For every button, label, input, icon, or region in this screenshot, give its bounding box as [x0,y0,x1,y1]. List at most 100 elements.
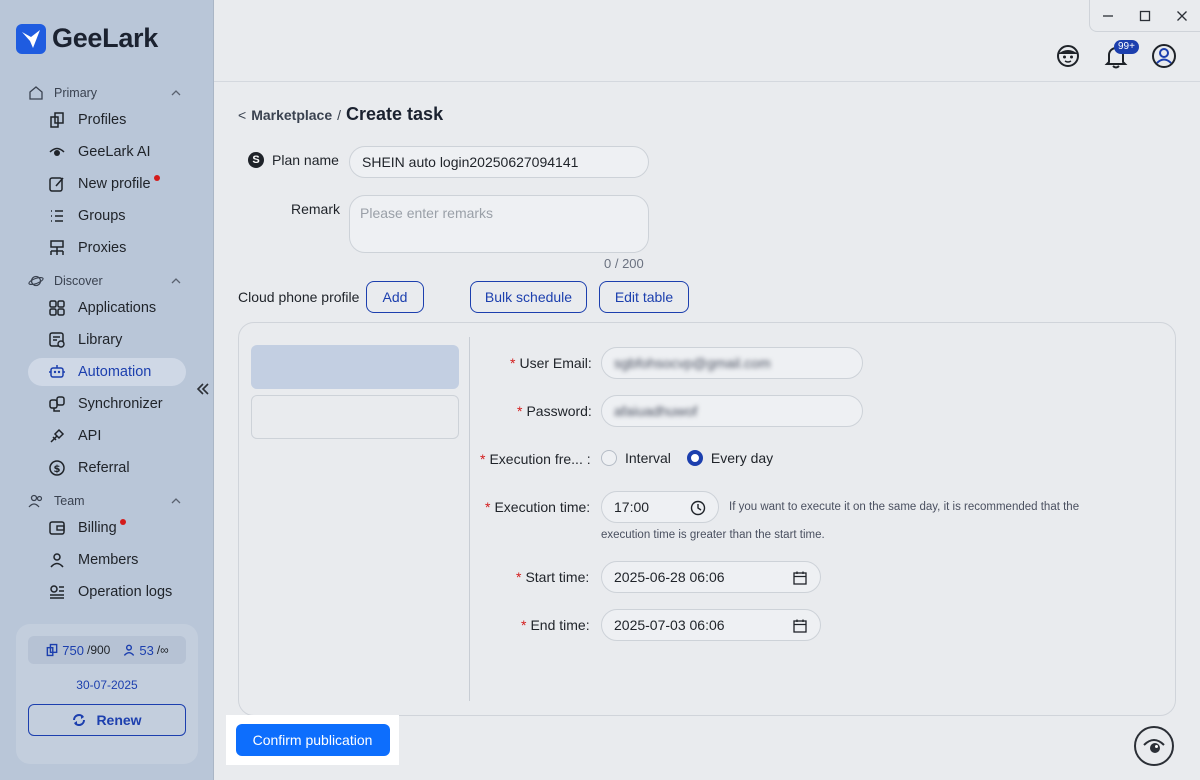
section-label: Primary [54,86,98,100]
profiles-total: /900 [86,643,111,657]
account-avatar-icon[interactable] [1150,42,1178,70]
members-used: 53 [139,642,154,658]
renew-label: Renew [96,712,142,728]
sidebar-item-geelark-ai[interactable]: GeeLark AI [28,138,186,166]
profile-list-item-selected[interactable] [251,345,459,389]
breadcrumb-marketplace[interactable]: Marketplace [251,107,332,123]
panel-divider [469,337,470,701]
sidebar-item-label: GeeLark AI [78,144,151,160]
chevron-up-icon[interactable] [170,275,182,287]
quota-card: 750/900 53/∞ 30-07-2025 Renew [16,624,198,764]
sidebar-item-referral[interactable]: $ Referral [28,454,186,482]
sidebar-item-label: Applications [78,300,157,316]
sidebar-item-label: Members [78,552,139,568]
sidebar-item-label: Referral [78,460,130,476]
profile-quota: 750/900 [45,643,110,658]
section-team[interactable]: Team [28,492,184,510]
planet-icon [28,275,44,287]
user-icon [50,553,64,568]
chevron-up-icon[interactable] [170,495,182,507]
collapse-sidebar-icon[interactable] [196,382,210,396]
library-icon [49,332,65,348]
section-label: Team [54,494,85,508]
logs-icon [50,585,64,599]
sync-icon [49,396,65,412]
sidebar-item-automation[interactable]: Automation [28,358,186,386]
notification-dot [119,519,126,525]
svg-text:$: $ [54,464,61,475]
plan-name-input[interactable]: SHEIN auto login20250627094141 [349,146,649,178]
sidebar-item-profiles[interactable]: Profiles [28,106,186,134]
calendar-icon [793,571,807,585]
sidebar: GeeLark Primary Profiles GeeLark AI New … [0,0,214,780]
sidebar-item-applications[interactable]: Applications [28,294,186,322]
execution-frequency-label: * Execution fre... : [480,451,591,467]
section-discover[interactable]: Discover [28,272,184,290]
sidebar-item-library[interactable]: Library [28,326,186,354]
sidebar-item-new-profile[interactable]: New profile [28,170,186,198]
end-time-label: * End time: [521,617,590,633]
edit-table-button[interactable]: Edit table [599,281,689,313]
interval-label[interactable]: Interval [625,450,671,466]
calendar-icon [793,619,807,633]
main-content: 99+ < Marketplace / Create task S Plan n… [214,0,1200,780]
remark-textarea[interactable]: Please enter remarks [349,195,649,253]
plan-app-icon: S [248,152,264,168]
interval-radio[interactable] [601,450,617,466]
remark-char-counter: 0 / 200 [604,256,644,271]
sidebar-item-label: Synchronizer [78,396,163,412]
every-day-radio[interactable] [686,450,703,466]
brand-logo[interactable]: GeeLark [16,23,158,54]
execution-time-value: 17:00 [614,499,650,515]
sidebar-item-members[interactable]: Members [28,546,186,574]
execution-time-hint-line1: If you want to execute it on the same da… [729,501,1080,513]
sidebar-item-label: Operation logs [78,584,173,600]
sidebar-item-synchronizer[interactable]: Synchronizer [28,390,186,418]
sidebar-item-label: Automation [78,364,152,380]
members-total: /∞ [156,643,169,657]
dollar-icon: $ [49,460,65,476]
sidebar-item-billing[interactable]: Billing [28,514,186,542]
member-quota: 53/∞ [122,642,169,658]
sidebar-item-label: API [78,428,102,444]
network-icon [50,240,64,255]
section-primary[interactable]: Primary [28,84,184,102]
breadcrumb-separator: / [337,107,342,123]
api-icon [50,428,65,443]
top-icons: 99+ [1054,40,1178,70]
add-profile-button[interactable]: Add [366,281,424,313]
sidebar-item-groups[interactable]: Groups [28,202,186,230]
user-email-input[interactable]: sgbfohsocvp@gmail.com [601,347,863,379]
back-chevron[interactable]: < [238,107,246,123]
execution-time-input[interactable]: 17:00 [601,491,719,523]
brand-name: GeeLark [52,23,158,53]
assistant-eye-icon[interactable] [1134,726,1174,766]
renew-button[interactable]: Renew [28,704,186,736]
bulk-schedule-button[interactable]: Bulk schedule [470,281,587,313]
maximize-icon[interactable] [1138,9,1152,23]
team-icon [28,494,43,508]
minimize-icon[interactable] [1101,9,1115,23]
sidebar-item-api[interactable]: API [28,422,186,450]
home-icon [29,86,43,100]
profile-list-item[interactable] [251,395,459,439]
chevron-up-icon[interactable] [170,87,182,99]
notification-badge: 99+ [1114,40,1139,54]
list-icon [51,210,63,222]
password-input[interactable]: afaiuadhuwof [601,395,863,427]
wallet-icon [49,521,65,535]
confirm-publication-button[interactable]: Confirm publication [235,724,390,756]
notifications-bell-icon[interactable]: 99+ [1102,40,1139,70]
sidebar-item-label: Groups [78,208,126,224]
start-time-input[interactable]: 2025-06-28 06:06 [601,561,821,593]
sidebar-item-proxies[interactable]: Proxies [28,234,186,262]
sidebar-item-label: Profiles [78,112,127,128]
breadcrumb: < Marketplace / Create task [238,104,443,125]
sidebar-item-operation-logs[interactable]: Operation logs [28,578,186,606]
end-time-input[interactable]: 2025-07-03 06:06 [601,609,821,641]
every-day-label[interactable]: Every day [711,450,773,466]
close-icon[interactable] [1175,9,1189,23]
start-time-value: 2025-06-28 06:06 [614,569,725,585]
quota-usage: 750/900 53/∞ [28,636,186,664]
support-agent-icon[interactable] [1054,42,1082,70]
